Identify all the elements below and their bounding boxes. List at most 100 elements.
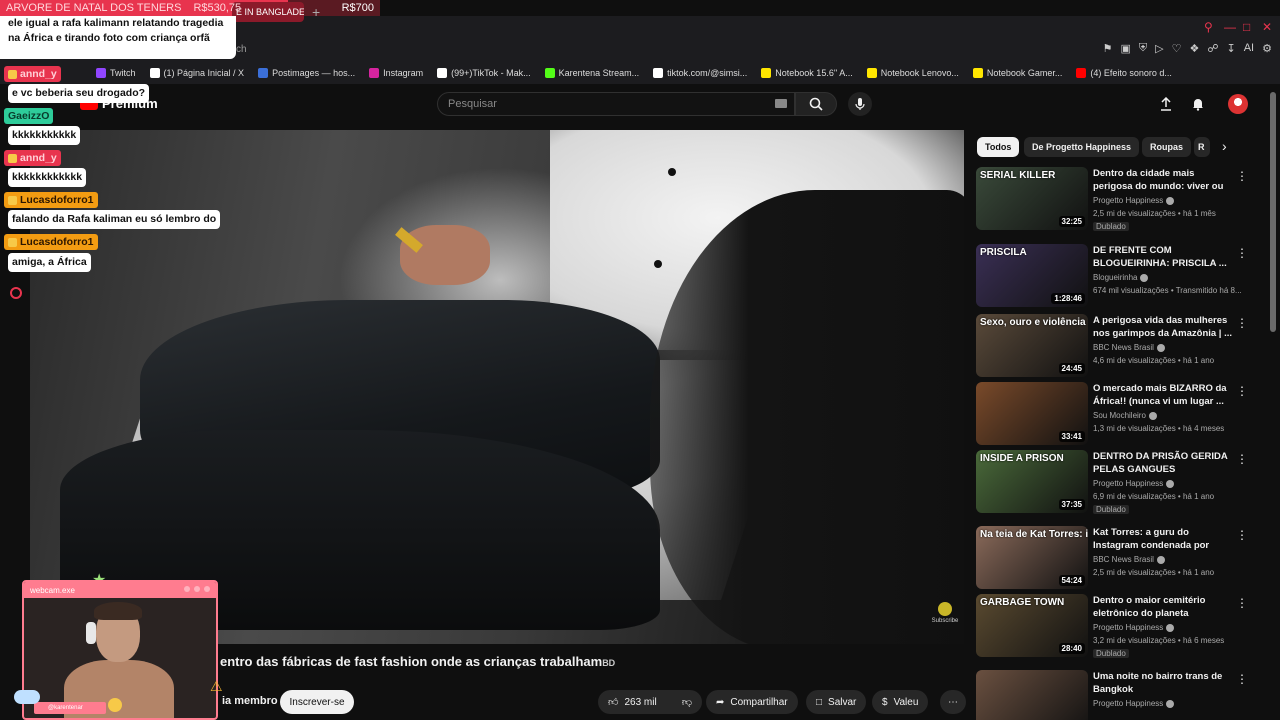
recommendation-title[interactable]: DE FRENTE COM BLOGUEIRINHA: PRISCILA ... bbox=[1093, 244, 1233, 270]
address-text[interactable]: ch bbox=[236, 44, 247, 55]
page-scrollbar[interactable] bbox=[1270, 88, 1276, 708]
bookmark-item[interactable]: Notebook Gamer... bbox=[972, 68, 1063, 78]
video-thumbnail[interactable]: PRISCILA 1:28:46 bbox=[976, 244, 1088, 307]
ai-icon[interactable]: AI bbox=[1244, 42, 1254, 55]
video-thumbnail[interactable] bbox=[976, 670, 1088, 720]
recommendation-channel[interactable]: Progetto Happiness bbox=[1093, 196, 1175, 205]
recommendation-title[interactable]: Uma noite no bairro trans de Bangkok bbox=[1093, 670, 1233, 696]
recommendation-item[interactable]: 33:41 O mercado mais BIZARRO da África!! … bbox=[976, 382, 1256, 446]
recommendation-item[interactable]: PRISCILA 1:28:46 DE FRENTE COM BLOGUEIRINH… bbox=[976, 244, 1256, 308]
bookmark-label: Notebook Gamer... bbox=[986, 68, 1063, 78]
recommendation-item[interactable]: SERIAL KILLER 32:25 Dentro da cidade mais … bbox=[976, 167, 1256, 231]
recommendation-channel[interactable]: Blogueirinha bbox=[1093, 273, 1149, 282]
save-button[interactable]: □ Salvar bbox=[806, 690, 867, 714]
thumbs-up-icon: 👍︎ bbox=[608, 697, 619, 708]
recommendation-channel[interactable]: BBC News Brasil bbox=[1093, 343, 1165, 352]
recommendation-title[interactable]: O mercado mais BIZARRO da África!! (nunc… bbox=[1093, 382, 1233, 408]
extensions-icon[interactable]: ❖ bbox=[1189, 42, 1199, 55]
more-vertical-icon[interactable]: ⋮ bbox=[1236, 169, 1248, 183]
maximize-icon[interactable]: □ bbox=[1243, 20, 1250, 34]
bookmark-item[interactable]: Instagram bbox=[369, 68, 423, 78]
chip-channel[interactable]: De Progetto Happiness bbox=[1024, 137, 1140, 157]
video-thumbnail[interactable]: SERIAL KILLER 32:25 bbox=[976, 167, 1088, 230]
share-button[interactable]: ➦ Compartilhar bbox=[706, 690, 798, 714]
screenshot-icon[interactable]: ▣ bbox=[1120, 42, 1130, 55]
chip-clothes[interactable]: Roupas bbox=[1142, 137, 1192, 157]
chip-all[interactable]: Todos bbox=[977, 137, 1020, 157]
notifications-bell-icon[interactable] bbox=[1190, 96, 1206, 112]
voice-search-button[interactable] bbox=[848, 92, 872, 116]
browser-toolbar: ⚑ ▣ ⛨ ▷ ♡ ❖ ☍ ↧ AI ⚙ bbox=[1103, 42, 1272, 55]
pin-icon[interactable]: ⚑ bbox=[1103, 42, 1113, 55]
bookmark-item[interactable]: (99+)TikTok - Mak... bbox=[437, 68, 531, 78]
download-icon[interactable]: ↧ bbox=[1227, 42, 1236, 55]
recommendation-channel[interactable]: Sou Mochileiro bbox=[1093, 411, 1157, 420]
more-vertical-icon[interactable]: ⋮ bbox=[1236, 246, 1248, 260]
play-icon[interactable]: ▷ bbox=[1155, 42, 1163, 55]
more-vertical-icon[interactable]: ⋮ bbox=[1236, 316, 1248, 330]
keyboard-icon[interactable] bbox=[775, 99, 787, 108]
shield-icon[interactable]: ⛨ bbox=[1139, 42, 1147, 55]
upload-icon[interactable] bbox=[1158, 96, 1174, 112]
more-vertical-icon[interactable]: ⋮ bbox=[1236, 596, 1248, 610]
recommendation-item[interactable]: GARBAGE TOWN 28:40 Dentro o maior cemitéri… bbox=[976, 594, 1256, 658]
new-tab-button[interactable]: + bbox=[312, 4, 320, 20]
video-duration: 33:41 bbox=[1058, 431, 1085, 442]
scrollbar-thumb[interactable] bbox=[1270, 92, 1276, 332]
heart-icon[interactable]: ♡ bbox=[1172, 42, 1182, 55]
recommendation-channel[interactable]: Progetto Happiness bbox=[1093, 479, 1175, 488]
recommendation-channel[interactable]: Progetto Happiness bbox=[1093, 699, 1175, 708]
bookmark-item[interactable]: Postimages — hos... bbox=[258, 68, 355, 78]
recommendation-item[interactable]: INSIDE A PRISON 37:35 DENTRO DA PRISÃO GER… bbox=[976, 450, 1256, 514]
thumbs-down-icon[interactable]: 👎︎ bbox=[682, 696, 692, 708]
dubbed-badge: Dublado bbox=[1093, 505, 1129, 514]
chevron-right-icon[interactable]: › bbox=[1222, 138, 1227, 154]
bookmark-item[interactable]: tiktok.com/@simsi... bbox=[653, 68, 747, 78]
bookmark-item[interactable]: Notebook 15.6'' A... bbox=[761, 68, 853, 78]
bookmark-item[interactable]: Twitch bbox=[96, 68, 136, 78]
channel-name: Progetto Happiness bbox=[1093, 699, 1164, 708]
more-vertical-icon[interactable]: ⋮ bbox=[1236, 672, 1248, 686]
video-thumbnail[interactable]: GARBAGE TOWN 28:40 bbox=[976, 594, 1088, 657]
chip-more[interactable]: R bbox=[1194, 137, 1210, 157]
more-actions-button[interactable]: ⋯ bbox=[940, 690, 966, 714]
recommendation-title[interactable]: Kat Torres: a guru do Instagram condenad… bbox=[1093, 526, 1233, 552]
video-thumbnail[interactable]: INSIDE A PRISON 37:35 bbox=[976, 450, 1088, 513]
dot-icon bbox=[204, 586, 210, 592]
bookmark-item[interactable]: Karentena Stream... bbox=[544, 68, 639, 78]
close-icon[interactable]: ✕ bbox=[1262, 20, 1272, 34]
video-thumbnail[interactable]: Sexo, ouro e violência 24:45 bbox=[976, 314, 1088, 377]
recommendation-title[interactable]: Dentro o maior cemitério eletrônico do p… bbox=[1093, 594, 1233, 620]
search-icon[interactable]: ⚲ bbox=[1204, 20, 1213, 34]
bookmark-item[interactable]: (4) Efeito sonoro d... bbox=[1076, 68, 1172, 78]
recommendation-channel[interactable]: Progetto Happiness bbox=[1093, 623, 1175, 632]
more-vertical-icon[interactable]: ⋮ bbox=[1236, 452, 1248, 466]
search-button[interactable] bbox=[795, 92, 837, 116]
subscribe-watermark[interactable]: Subscribe bbox=[930, 602, 960, 624]
recommendation-item[interactable]: Na teia de Kat Torres: ilusão e terror 54… bbox=[976, 526, 1256, 590]
recommendation-title[interactable]: A perigosa vida das mulheres nos garimpo… bbox=[1093, 314, 1233, 340]
more-vertical-icon[interactable]: ⋮ bbox=[1236, 384, 1248, 398]
video-thumbnail[interactable]: 33:41 bbox=[976, 382, 1088, 445]
search-input[interactable]: Pesquisar bbox=[437, 92, 795, 116]
recommendation-meta: 2,5 mi de visualizações • há 1 ano bbox=[1093, 568, 1215, 577]
minimize-icon[interactable]: — bbox=[1224, 20, 1236, 34]
recommendation-title[interactable]: DENTRO DA PRISÃO GERIDA PELAS GANGUES bbox=[1093, 450, 1233, 476]
like-button[interactable]: 👍︎ 263 mil 👎︎ bbox=[598, 690, 702, 714]
recommendation-title[interactable]: Dentro da cidade mais perigosa do mundo:… bbox=[1093, 167, 1233, 193]
recommendation-item[interactable]: Uma noite no bairro trans de Bangkok Prog… bbox=[976, 670, 1256, 720]
subscribe-button[interactable]: Inscrever-se bbox=[280, 690, 354, 714]
bookmark-item[interactable]: Notebook Lenovo... bbox=[866, 68, 959, 78]
settings-icon[interactable]: ⚙ bbox=[1262, 42, 1272, 55]
account-avatar[interactable] bbox=[1228, 94, 1248, 114]
lock-icon[interactable]: ☍ bbox=[1207, 42, 1218, 55]
thanks-button[interactable]: $ Valeu bbox=[872, 690, 929, 714]
more-vertical-icon[interactable]: ⋮ bbox=[1236, 528, 1248, 542]
recommendation-channel[interactable]: BBC News Brasil bbox=[1093, 555, 1165, 564]
recommendation-item[interactable]: Sexo, ouro e violência 24:45 A perigosa vi… bbox=[976, 314, 1256, 378]
video-thumbnail[interactable]: Na teia de Kat Torres: ilusão e terror 54… bbox=[976, 526, 1088, 589]
chat-username-text: Lucasdoforro1 bbox=[20, 194, 94, 206]
video-player[interactable] bbox=[30, 130, 964, 644]
join-button[interactable]: ia membro bbox=[222, 695, 278, 707]
bookmark-item[interactable]: (1) Página Inicial / X bbox=[149, 68, 244, 78]
